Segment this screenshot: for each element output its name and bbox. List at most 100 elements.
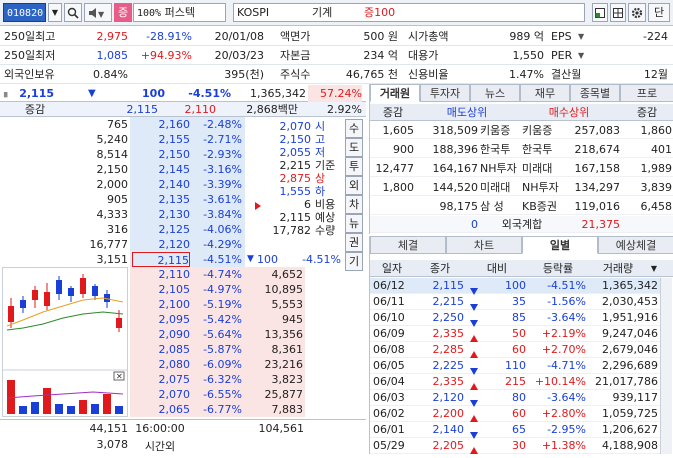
daily-volume: 1,206,627 bbox=[602, 423, 658, 436]
ask-qty: 2,150 bbox=[96, 163, 129, 176]
ask-qty: 316 bbox=[107, 223, 128, 236]
daily-row[interactable]: 06/02 2,200 60 +2.80% 1,059,725 bbox=[370, 406, 660, 422]
bid-row[interactable]: 2,065 -6.77% 7,883 bbox=[130, 402, 306, 417]
tab-daily-1[interactable]: 차트 bbox=[446, 236, 522, 254]
daily-row[interactable]: 06/05 2,225 110 -4.71% 2,296,689 bbox=[370, 358, 660, 375]
tab-broker-2[interactable]: 뉴스 bbox=[470, 84, 520, 102]
tab-daily-3[interactable]: 예상체결 bbox=[598, 236, 673, 254]
ask-row[interactable]: 2,000 2,140 -3.39% bbox=[0, 177, 245, 192]
daily-rate: +2.80% bbox=[541, 407, 586, 420]
side-tab[interactable]: 외 bbox=[345, 176, 363, 195]
summary-label: 수량 bbox=[315, 224, 336, 237]
expected-rate: -4.51% bbox=[302, 253, 341, 266]
bid-row[interactable]: 2,080 -6.09% 23,216 bbox=[130, 357, 306, 372]
ask-qty: 905 bbox=[107, 193, 128, 206]
daily-volume: 21,017,786 bbox=[595, 375, 658, 388]
tab-daily-0[interactable]: 체결 bbox=[370, 236, 446, 254]
ask-row[interactable]: 16,777 2,120 -4.29% bbox=[0, 237, 245, 252]
side-tab[interactable]: 수 bbox=[345, 119, 363, 138]
window-icon[interactable] bbox=[592, 3, 608, 22]
tab-broker-0[interactable]: 거래원 bbox=[370, 84, 420, 102]
ask-row[interactable]: 765 2,160 -2.48% bbox=[0, 117, 245, 132]
sell-qty: 98,175 bbox=[439, 200, 479, 213]
dropdown-arrow-icon[interactable]: ▼ bbox=[578, 46, 584, 65]
broker-row[interactable]: 98,175 삼 성 KB증권 119,016 6,458 bbox=[370, 198, 673, 215]
ask-rate: -3.39% bbox=[203, 178, 242, 191]
tab-broker-1[interactable]: 투자자 bbox=[420, 84, 470, 102]
daily-volume: 2,030,453 bbox=[602, 295, 658, 308]
info-label: 액면가 bbox=[280, 30, 311, 43]
bid-row[interactable]: 2,100 -5.19% 5,553 bbox=[130, 297, 306, 312]
broker-row[interactable]: 1,800 144,520 미래대 NH투자 134,297 3,839 bbox=[370, 179, 673, 196]
daily-row[interactable]: 06/08 2,285 60 +2.70% 2,679,046 bbox=[370, 342, 660, 358]
ask-row[interactable]: 8,514 2,150 -2.93% bbox=[0, 147, 245, 162]
bid-row[interactable]: 2,085 -5.87% 8,361 bbox=[130, 342, 306, 357]
market-label: KOSPI bbox=[237, 6, 270, 19]
bid-row[interactable]: 2,095 -5.42% 945 bbox=[130, 312, 306, 327]
sell-change: 1,605 bbox=[382, 124, 415, 137]
side-tab[interactable]: 기 bbox=[345, 252, 363, 271]
daily-row[interactable]: 06/01 2,140 65 -2.95% 1,206,627 bbox=[370, 422, 660, 439]
bid-row[interactable]: 2,090 -5.64% 13,356 bbox=[130, 327, 306, 342]
info-label: 자본금 bbox=[280, 49, 311, 62]
ask-row[interactable]: 3,151 2,115 -4.51% bbox=[0, 252, 245, 267]
gear-icon[interactable] bbox=[628, 3, 646, 22]
dan-button[interactable]: 단 bbox=[648, 3, 670, 22]
sell-qty: 318,509 bbox=[432, 124, 479, 137]
stock-name-field[interactable]: 100% 퍼스텍 bbox=[133, 3, 226, 22]
tab-broker-3[interactable]: 재무 bbox=[520, 84, 570, 102]
dropdown-arrow-icon[interactable]: ▼ bbox=[48, 3, 62, 22]
scrollbar[interactable] bbox=[660, 278, 672, 454]
ask-row[interactable]: 4,333 2,130 -3.84% bbox=[0, 207, 245, 222]
candle bbox=[92, 286, 98, 296]
ask-row[interactable]: 316 2,125 -4.06% bbox=[0, 222, 245, 237]
daily-row[interactable]: 06/09 2,335 50 +2.19% 9,247,046 bbox=[370, 326, 660, 342]
dropdown-arrow-icon[interactable]: ▼ bbox=[578, 27, 584, 46]
sub-price1: 2,115 bbox=[126, 103, 159, 116]
info-row: 외국인보유 0.84% 395(천) 주식수 46,765 천 신용비율 1.47% 결산월 1… bbox=[0, 65, 673, 84]
bid-row[interactable]: 2,075 -6.32% 3,823 bbox=[130, 372, 306, 387]
side-tab[interactable]: 차 bbox=[345, 195, 363, 214]
daily-rate: -3.64% bbox=[547, 311, 586, 324]
ask-row[interactable]: 2,150 2,145 -3.16% bbox=[0, 162, 245, 177]
bid-row[interactable]: 2,070 -6.55% 25,877 bbox=[130, 387, 306, 402]
daily-row[interactable]: 06/12 2,115 100 -4.51% 1,365,342 bbox=[370, 278, 660, 295]
bid-row[interactable]: 2,110 -4.74% 4,652 bbox=[130, 267, 306, 282]
tab-broker-5[interactable]: 프로 bbox=[620, 84, 673, 102]
side-tab[interactable]: 투 bbox=[345, 157, 363, 176]
daily-change: 30 bbox=[512, 439, 526, 452]
ask-row[interactable]: 5,240 2,155 -2.71% bbox=[0, 132, 245, 147]
speaker-icon[interactable]: ▼ bbox=[84, 3, 112, 22]
ask-row[interactable]: 905 2,135 -3.61% bbox=[0, 192, 245, 207]
daily-row[interactable]: 06/03 2,120 80 -3.64% 939,117 bbox=[370, 390, 660, 407]
daily-date: 06/01 bbox=[373, 423, 405, 436]
daily-row[interactable]: 05/29 2,205 30 +1.38% 4,188,908 bbox=[370, 438, 660, 454]
bid-row[interactable]: 2,105 -4.97% 10,895 bbox=[130, 282, 306, 297]
bid-price: 2,100 bbox=[158, 298, 191, 311]
daily-row[interactable]: 06/04 2,335 215 +10.14% 21,017,786 bbox=[370, 374, 660, 390]
daily-row[interactable]: 06/10 2,250 85 -3.64% 1,951,916 bbox=[370, 310, 660, 327]
side-tab[interactable]: 도 bbox=[345, 138, 363, 157]
daily-close: 2,205 bbox=[432, 439, 465, 452]
side-tab[interactable]: 권 bbox=[345, 233, 363, 252]
tab-broker-4[interactable]: 종목별 bbox=[570, 84, 620, 102]
daily-rate: -2.95% bbox=[547, 423, 586, 436]
broker-row[interactable]: 12,477 164,167 NH투자 미래대 167,158 1,989 bbox=[370, 160, 673, 177]
side-tab[interactable]: 뉴 bbox=[345, 214, 363, 233]
candle bbox=[68, 288, 74, 296]
broker-row[interactable]: 900 188,396 한국투 한국투 218,674 401 bbox=[370, 141, 673, 158]
broker-row[interactable]: 1,605 318,509 키움증 키움증 257,083 1,860 bbox=[370, 122, 673, 139]
grid-icon[interactable] bbox=[610, 3, 626, 22]
tab-daily-2[interactable]: 일별 bbox=[522, 236, 598, 254]
bid-qty: 25,877 bbox=[264, 388, 304, 401]
ask-price: 2,130 bbox=[158, 208, 191, 221]
ask-rate: -4.51% bbox=[203, 253, 242, 266]
dropdown-arrow-icon[interactable]: ▼ bbox=[648, 260, 660, 277]
bid-qty: 5,553 bbox=[271, 298, 304, 311]
search-icon[interactable] bbox=[64, 3, 82, 22]
daily-date: 06/09 bbox=[373, 327, 405, 340]
stock-code-input[interactable]: 010820 bbox=[3, 3, 46, 22]
daily-row[interactable]: 06/11 2,215 35 -1.56% 2,030,453 bbox=[370, 294, 660, 311]
bid-rate: -4.74% bbox=[203, 268, 242, 281]
ask-price: 2,120 bbox=[158, 238, 191, 251]
